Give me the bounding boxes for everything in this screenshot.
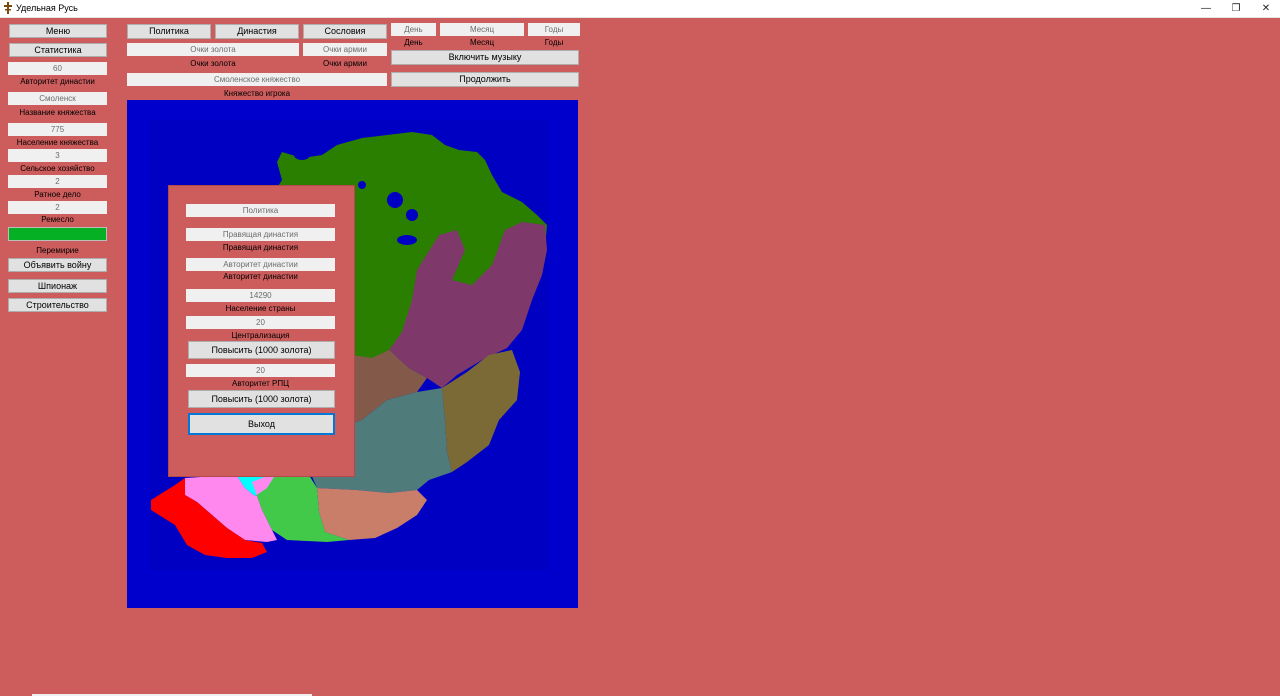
month-field[interactable]: Месяц [440, 23, 524, 36]
army-label: Очки армии [323, 59, 367, 68]
dynasty-tab-button[interactable]: Династия [215, 24, 299, 39]
map-lake-1 [387, 192, 403, 208]
craft-progress-fill [9, 228, 106, 240]
military-label: Ратное дело [34, 190, 81, 199]
statistics-button[interactable]: Статистика [9, 43, 107, 57]
toggle-music-button[interactable]: Включить музыку [391, 50, 579, 65]
window-title: Удельная Русь [16, 3, 78, 13]
continue-button[interactable]: Продолжить [391, 72, 579, 87]
politics-tab-button[interactable]: Политика [127, 24, 211, 39]
exit-button[interactable]: Выход [188, 413, 335, 435]
army-field[interactable]: Очки армии [303, 43, 387, 56]
raise-centralization-button[interactable]: Повысить (1000 золота) [188, 341, 335, 359]
politics-title-field[interactable]: Политика [186, 204, 335, 217]
player-principality-field[interactable]: Смоленское княжество [127, 73, 387, 86]
agriculture-field[interactable]: 3 [8, 149, 107, 162]
ruling-dynasty-field[interactable]: Правящая династия [186, 228, 335, 241]
population-field[interactable]: 775 [8, 123, 107, 136]
craft-field[interactable]: 2 [8, 201, 107, 214]
minimize-button[interactable]: — [1189, 0, 1223, 17]
dialog-dynasty-authority-label: Авторитет династии [223, 272, 298, 281]
map-lake-5 [294, 150, 310, 160]
close-button[interactable]: ✕ [1249, 0, 1280, 17]
truce-label: Перемирие [36, 246, 79, 255]
country-population-field[interactable]: 14290 [186, 289, 335, 302]
rpc-authority-field[interactable]: 20 [186, 364, 335, 377]
player-principality-label: Княжество игрока [223, 89, 291, 98]
agriculture-label: Сельское хозяйство [20, 164, 95, 173]
country-population-label: Население страны [225, 304, 296, 313]
dialog-dynasty-authority-field[interactable]: Авторитет династии [186, 258, 335, 271]
craft-progress-bar [8, 227, 107, 241]
window-titlebar: Удельная Русь — ❐ ✕ [0, 0, 1280, 18]
population-label: Население княжества [16, 138, 99, 147]
map-lake-2 [406, 209, 418, 221]
construction-button[interactable]: Строительство [8, 298, 107, 312]
craft-label: Ремесло [41, 215, 74, 224]
years-field[interactable]: Годы [528, 23, 580, 36]
gold-field[interactable]: Очки золота [127, 43, 299, 56]
principality-name-field[interactable]: Смоленск [8, 92, 107, 105]
years-label: Годы [544, 38, 564, 47]
restore-button[interactable]: ❐ [1219, 0, 1253, 17]
estates-tab-button[interactable]: Сословия [303, 24, 387, 39]
dynasty-authority-label: Авторитет династии [20, 77, 95, 86]
app-icon [4, 2, 12, 14]
centralization-label: Централизация [231, 331, 290, 340]
map-lake-4 [358, 181, 366, 189]
politics-dialog: Политика Правящая династия Правящая дина… [168, 185, 355, 477]
dynasty-authority-field[interactable]: 60 [8, 62, 107, 75]
ruling-dynasty-label: Правящая династия [222, 243, 299, 252]
gold-label: Очки золота [190, 59, 236, 68]
month-label: Месяц [469, 38, 495, 47]
day-label: День [404, 38, 423, 47]
day-field[interactable]: День [391, 23, 436, 36]
map-lake-3 [397, 235, 417, 245]
declare-war-button[interactable]: Объявить войну [8, 258, 107, 272]
principality-name-label: Название княжества [19, 108, 96, 117]
military-field[interactable]: 2 [8, 175, 107, 188]
menu-button[interactable]: Меню [9, 24, 107, 38]
centralization-field[interactable]: 20 [186, 316, 335, 329]
rpc-authority-label: Авторитет РПЦ [232, 379, 289, 388]
espionage-button[interactable]: Шпионаж [8, 279, 107, 293]
raise-rpc-authority-button[interactable]: Повысить (1000 золота) [188, 390, 335, 408]
